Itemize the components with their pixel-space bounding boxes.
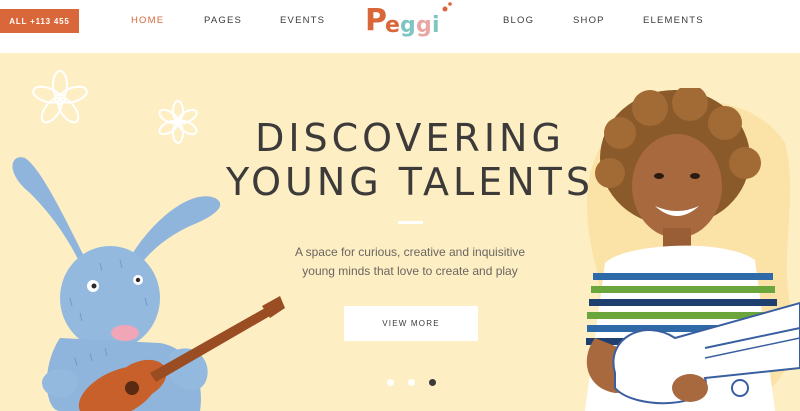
flower-doodle-icon [32,70,88,124]
hero-slider: DISCOVERING YOUNG TALENTS A space for cu… [0,53,800,411]
hero-subtitle-line2: young minds that love to create and play [302,264,518,278]
nav-home[interactable]: HOME [131,15,164,26]
slide-dot-2[interactable] [408,379,415,386]
svg-text:g: g [400,13,416,38]
nav-pages[interactable]: PAGES [204,15,242,26]
nav-shop[interactable]: SHOP [573,15,605,26]
view-more-button[interactable]: VIEW MORE [344,306,478,341]
hero-title-line1: DISCOVERING [255,116,565,160]
title-divider [398,221,423,224]
svg-text:g: g [416,13,432,38]
svg-text:e: e [385,13,400,38]
flower-doodle-icon [158,100,198,144]
nav-elements[interactable]: ELEMENTS [643,15,704,26]
svg-text:P: P [365,3,387,38]
nav-blog[interactable]: BLOG [503,15,534,26]
slide-dot-3[interactable] [429,379,436,386]
nav-events[interactable]: EVENTS [280,15,325,26]
hero-title-line2: YOUNG TALENTS [225,160,594,204]
call-button[interactable]: ALL +113 455 [0,9,79,33]
slider-pagination [383,379,443,389]
site-header: ALL +113 455 HOME PAGES EVENTS P e g g i… [0,0,800,53]
slide-dot-1[interactable] [387,379,394,386]
hero-subtitle-line1: A space for curious, creative and inquis… [294,245,526,259]
svg-text:i: i [432,13,440,38]
site-logo[interactable]: P e g g i [365,0,455,44]
